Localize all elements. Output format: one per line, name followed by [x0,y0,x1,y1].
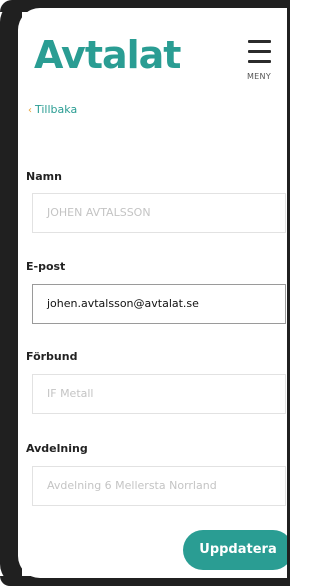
chevron-left-icon: ‹ [28,105,32,116]
hamburger-icon-bar [248,60,271,63]
department-field[interactable]: Avdelning 6 Mellersta Norrland [32,466,286,506]
app-screen: Avtalat MENY ‹ Tillbaka Namn JOHEN AVTALS… [18,8,287,578]
menu-button[interactable]: MENY [244,40,274,86]
hamburger-icon [248,40,271,43]
department-label: Avdelning [26,442,88,455]
phone-bezel-right [287,0,290,586]
email-field[interactable]: johen.avtalsson@avtalat.se [32,284,286,324]
union-label: Förbund [26,350,78,363]
phone-frame: Avtalat MENY ‹ Tillbaka Namn JOHEN AVTALS… [0,0,290,586]
menu-label: MENY [246,72,272,81]
app-logo[interactable]: Avtalat [34,36,181,74]
name-label: Namn [26,170,62,183]
back-link[interactable]: ‹ Tillbaka [28,103,77,116]
back-label: Tillbaka [35,103,78,116]
update-button[interactable]: Uppdatera [183,530,287,570]
name-field[interactable]: JOHEN AVTALSSON [32,193,286,233]
hamburger-icon-bar [248,50,271,53]
union-field[interactable]: IF Metall [32,374,286,414]
email-label: E-post [26,260,66,273]
